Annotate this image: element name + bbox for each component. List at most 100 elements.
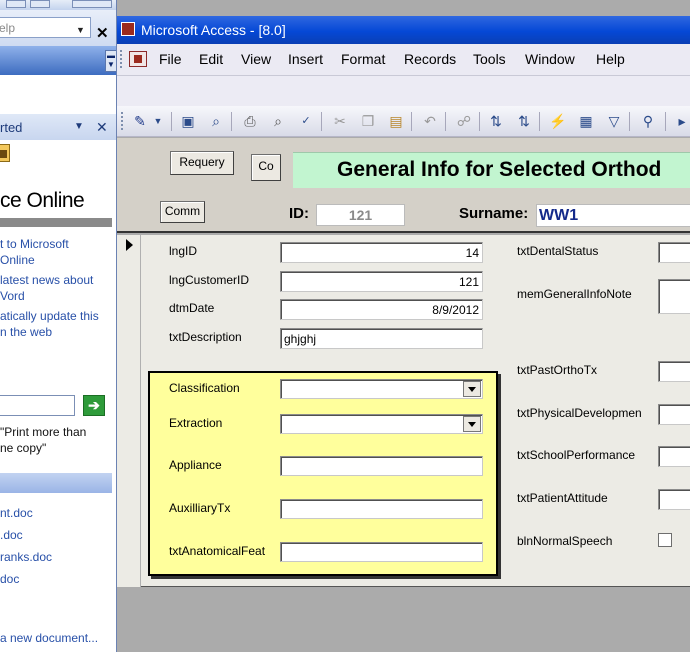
menu-file[interactable]: File (159, 51, 182, 67)
link-news[interactable]: Vord (0, 288, 25, 304)
menu-format[interactable]: Format (341, 51, 385, 67)
toolbar-options-icon[interactable]: ▬ ▼ (105, 50, 116, 72)
menu-view[interactable]: View (241, 51, 271, 67)
dtmDate-field[interactable]: 8/9/2012 (280, 299, 483, 320)
toolbar-grip[interactable] (121, 112, 127, 130)
Appliance-label: Appliance (169, 458, 222, 472)
document-link[interactable]: nt.doc (0, 505, 33, 521)
file-search-icon[interactable]: ⌕ (207, 112, 225, 130)
menu-insert[interactable]: Insert (288, 51, 323, 67)
sort-ascending-icon[interactable]: ⇅ (487, 112, 505, 130)
chevron-down-icon[interactable]: ▼ (74, 121, 84, 132)
lngCustomerID-field[interactable]: 121 (280, 271, 483, 292)
apply-filter-icon[interactable]: ▽ (605, 112, 623, 130)
lngID-field[interactable]: 14 (280, 242, 483, 263)
close-icon[interactable]: ✕ (96, 119, 108, 136)
copy-icon[interactable]: ❐ (359, 112, 377, 130)
menu-edit[interactable]: Edit (199, 51, 223, 67)
appliance-field[interactable] (280, 456, 483, 476)
print-preview-icon[interactable]: ⌕ (269, 112, 287, 130)
task-pane: elp ▼ ✕ ▬ ▼ rted ▼ ✕ ce Online t to Micro… (0, 0, 117, 652)
paste-icon[interactable]: ▤ (387, 112, 405, 130)
toolbar-separator (171, 112, 172, 131)
txtPhysicalDevelopmen-field[interactable] (658, 404, 690, 425)
hyperlink-icon[interactable]: ☍ (455, 112, 473, 130)
txtAnatomicalFeat-field[interactable] (280, 542, 483, 562)
filter-by-form-icon[interactable]: ▦ (577, 112, 595, 130)
document-link[interactable]: ranks.doc (0, 549, 52, 565)
id-field[interactable]: 121 (316, 204, 405, 226)
surname-field[interactable]: WW1 (536, 204, 690, 227)
task-pane-topstrip (0, 0, 116, 10)
form-document-icon[interactable] (129, 51, 147, 67)
classification-combo[interactable] (280, 379, 483, 399)
close-icon[interactable]: ✕ (96, 24, 109, 42)
txtDentalStatus-field[interactable] (658, 242, 690, 263)
new-record-icon[interactable]: ▸ (673, 112, 690, 130)
txtPhysicalDevelopmen-label: txtPhysicalDevelopmen (517, 406, 642, 420)
section-header (0, 473, 112, 493)
Classification-label: Classification (169, 381, 240, 395)
txtPastOrthoTx-field[interactable] (658, 361, 690, 382)
search-hint: "Print more than (0, 425, 87, 439)
txtPatientAttitude-field[interactable] (658, 489, 690, 510)
toolbar-separator (231, 112, 232, 131)
menu-records[interactable]: Records (404, 51, 456, 67)
toolbar-grip[interactable] (120, 50, 124, 68)
spelling-icon[interactable]: ✓ (297, 112, 315, 130)
menu-window[interactable]: Window (525, 51, 575, 67)
chevron-down-icon[interactable] (463, 381, 481, 397)
toolbar-separator (479, 112, 480, 131)
filter-by-selection-icon[interactable]: ⚡ (549, 112, 567, 130)
link-update[interactable]: n the web (0, 324, 52, 340)
window-button[interactable] (30, 0, 50, 8)
menu-help[interactable]: Help (596, 51, 625, 67)
record-selector[interactable] (117, 235, 141, 587)
memGeneralInfoNote-field[interactable] (658, 279, 690, 314)
document-link[interactable]: .doc (0, 527, 23, 543)
find-icon[interactable]: ⚲ (639, 112, 657, 130)
chevron-down-icon[interactable] (463, 416, 481, 432)
search-input[interactable] (0, 395, 75, 416)
title-bar: Microsoft Access - [8.0] (117, 16, 690, 44)
create-new-document-link[interactable]: a new document... (0, 630, 98, 646)
link-connect[interactable]: t to Microsoft (0, 236, 69, 252)
form-title-banner: General Info for Selected Orthod (293, 152, 690, 188)
toolbar-area (117, 76, 690, 106)
co-button[interactable]: Co (251, 154, 281, 181)
undo-icon[interactable]: ↶ (421, 112, 439, 130)
comm-button[interactable]: Comm (160, 201, 205, 223)
home-icon[interactable] (0, 144, 10, 162)
Extraction-label: Extraction (169, 416, 223, 430)
cut-icon[interactable]: ✂ (331, 112, 349, 130)
AuxilliaryTx-label: AuxilliaryTx (169, 501, 231, 515)
requery-button[interactable]: Requery (170, 151, 234, 175)
form-detail: lngID 14 lngCustomerID 121 dtmDate 8/9/2… (117, 235, 690, 587)
menu-tools[interactable]: Tools (473, 51, 506, 67)
chevron-down-icon[interactable]: ▼ (149, 112, 167, 130)
txtDescription-field[interactable]: ghjghj (280, 328, 483, 349)
txtPatientAttitude-label: txtPatientAttitude (517, 491, 608, 505)
txtSchoolPerformance-field[interactable] (658, 446, 690, 467)
link-news[interactable]: latest news about (0, 272, 93, 288)
print-icon[interactable]: ⎙ (241, 112, 259, 130)
auxilliarytx-field[interactable] (280, 499, 483, 519)
save-icon[interactable]: ▣ (179, 112, 197, 130)
go-arrow-icon[interactable]: ➔ (83, 395, 105, 416)
toolbar-separator (539, 112, 540, 131)
document-link[interactable]: doc (0, 571, 19, 587)
normal-speech-checkbox[interactable] (658, 533, 672, 547)
txtDentalStatus-label: txtDentalStatus (517, 244, 599, 258)
toolbar-separator (445, 112, 446, 131)
sort-descending-icon[interactable]: ⇅ (515, 112, 533, 130)
access-app-icon[interactable] (121, 22, 135, 36)
form-view-toolbar: ✎ ▼ ▣ ⌕ ⎙ ⌕ ✓ ✂ ❐ ▤ ↶ ☍ ⇅ ⇅ ⚡ ▦ ▽ ⚲ ▸ (117, 106, 690, 137)
link-update[interactable]: atically update this (0, 308, 99, 324)
divider (0, 218, 112, 227)
window-button[interactable] (6, 0, 26, 8)
extraction-combo[interactable] (280, 414, 483, 434)
design-view-icon[interactable]: ✎ (131, 112, 149, 130)
window-close-button[interactable] (72, 0, 112, 8)
link-connect[interactable]: Online (0, 252, 35, 268)
chevron-down-icon[interactable]: ▼ (76, 25, 85, 35)
